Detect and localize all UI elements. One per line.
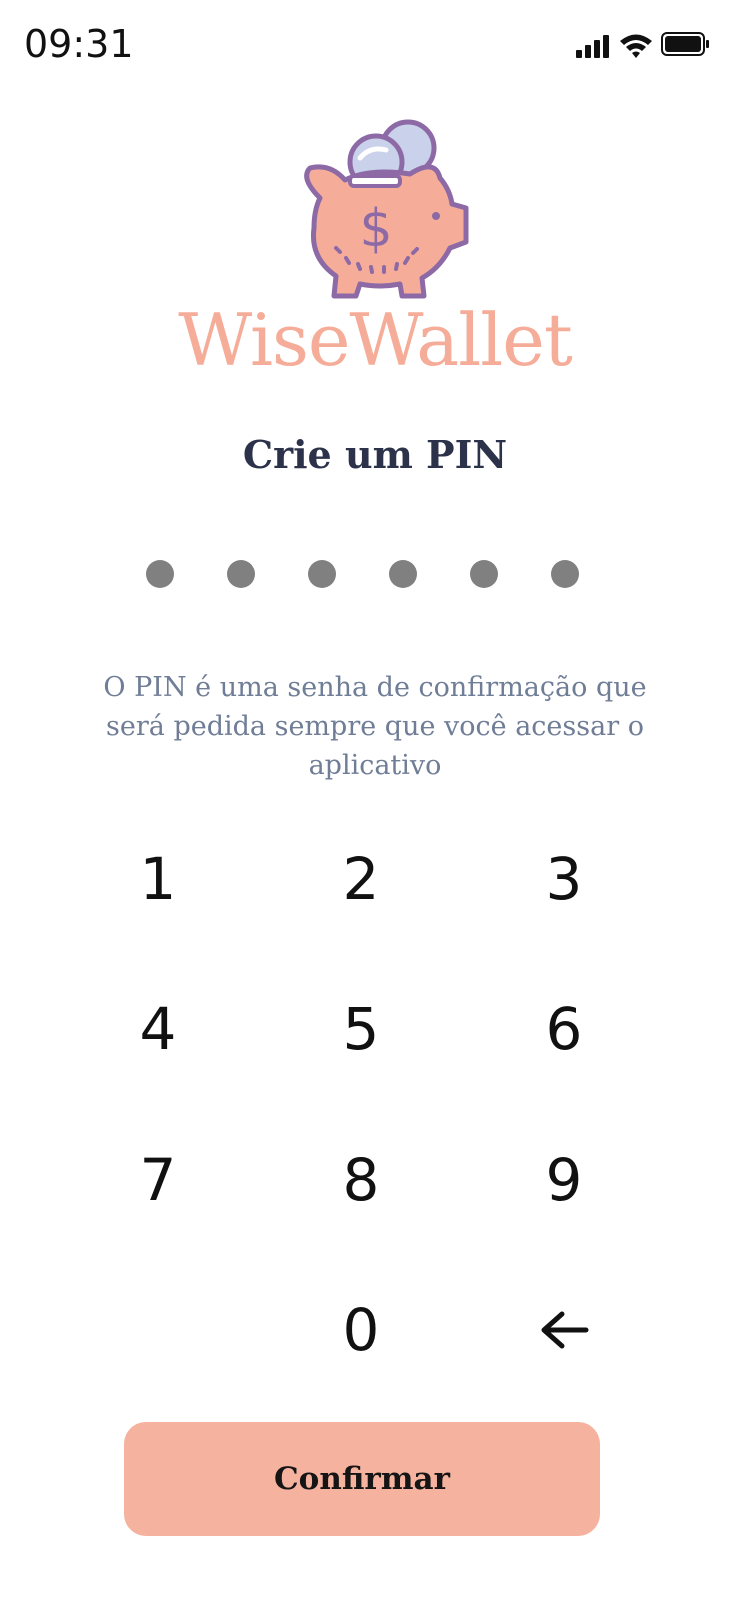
key-3[interactable]: 3 [484,814,644,944]
pin-dot [308,560,336,588]
backspace-button[interactable] [484,1265,644,1395]
key-7[interactable]: 7 [78,1115,238,1245]
pin-hint: O PIN é uma senha de confirmação que ser… [103,672,647,781]
confirm-button[interactable]: Confirmar [124,1422,600,1536]
key-5[interactable]: 5 [281,964,441,1094]
key-1[interactable]: 1 [78,814,238,944]
status-time: 09:31 [24,22,134,66]
pin-dot [551,560,579,588]
pin-dot [146,560,174,588]
key-empty [78,1265,238,1395]
keypad: 1 2 3 4 5 6 7 8 9 0 [0,810,750,1410]
key-9[interactable]: 9 [484,1115,644,1245]
signal-icon [576,35,609,58]
key-2[interactable]: 2 [281,814,441,944]
pin-dot [389,560,417,588]
page-title: Crie um PIN [242,432,508,477]
pin-indicator [146,560,606,590]
key-0[interactable]: 0 [281,1265,441,1395]
status-icons [564,28,724,64]
pin-dot [227,560,255,588]
wifi-icon [620,34,652,58]
arrow-left-icon [541,1311,589,1349]
pin-dot [470,560,498,588]
key-6[interactable]: 6 [484,964,644,1094]
key-4[interactable]: 4 [78,964,238,1094]
svg-text:$: $ [359,199,392,259]
status-bar: 09:31 [0,0,750,96]
battery-icon [661,32,709,56]
logo: $ WiseWallet [0,118,750,398]
piggy-bank-icon: $ [304,119,469,299]
key-8[interactable]: 8 [281,1115,441,1245]
brand-name: WiseWallet [178,298,573,382]
